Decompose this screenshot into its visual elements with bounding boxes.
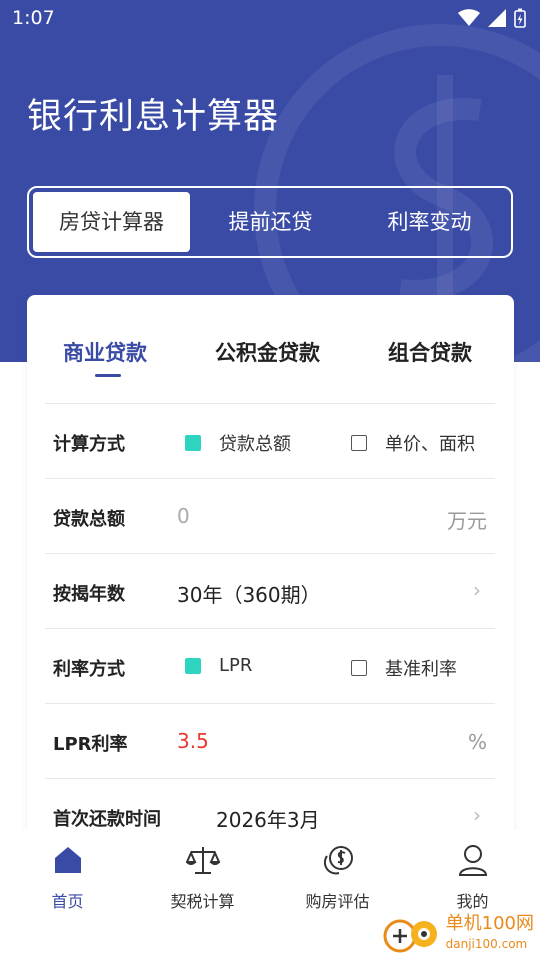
segment-early-repayment[interactable]: 提前还贷 — [192, 192, 349, 252]
scale-icon — [185, 847, 220, 874]
row-loan-total: 贷款总额 0 万元 — [45, 478, 495, 554]
option-loan-total[interactable]: 贷款总额 — [185, 430, 291, 456]
first-payment-value[interactable]: 2026年3月 — [216, 804, 320, 833]
status-time: 1:07 — [12, 7, 55, 29]
row-rate-method: 利率方式 LPR 基准利率 — [45, 628, 495, 704]
option-loan-total-label: 贷款总额 — [219, 434, 291, 455]
user-icon — [458, 845, 487, 876]
site-watermark: 单机100网 danji100.com — [382, 912, 534, 956]
tabbar-mine[interactable]: 我的 — [405, 842, 540, 912]
option-unit-price-area[interactable]: 单价、面积 — [351, 430, 475, 456]
chevron-right-icon: › — [473, 803, 481, 827]
option-unit-price-area-label: 单价、面积 — [385, 434, 475, 455]
checkbox-unchecked-icon[interactable] — [351, 660, 367, 676]
row-loan-years[interactable]: 按揭年数 30年（360期） › — [45, 553, 495, 629]
rate-method-label: 利率方式 — [53, 659, 125, 680]
loan-total-input[interactable]: 0 — [177, 504, 190, 528]
tab-commercial-loan[interactable]: 商业贷款 — [63, 337, 147, 367]
option-lpr-label: LPR — [219, 655, 253, 676]
calculator-segment-control: 房贷计算器 提前还贷 利率变动 — [27, 186, 513, 258]
loan-type-tabs: 商业贷款 公积金贷款 组合贷款 — [27, 295, 514, 403]
tab-combined-loan[interactable]: 组合贷款 — [388, 337, 472, 367]
tabbar-mine-label: 我的 — [456, 892, 489, 911]
loan-total-unit: 万元 — [447, 509, 487, 533]
signal-icon — [488, 9, 506, 27]
lpr-rate-unit: % — [467, 730, 487, 754]
calc-method-label: 计算方式 — [53, 434, 125, 455]
watermark-title: 单机100网 — [445, 913, 534, 934]
home-icon — [54, 847, 81, 873]
row-lpr-rate: LPR利率 3.5 % — [45, 703, 495, 779]
battery-icon — [514, 8, 526, 28]
checkbox-unchecked-icon[interactable] — [351, 435, 367, 451]
active-tab-indicator — [95, 374, 121, 377]
watermark-url: danji100.com — [445, 937, 528, 951]
tabbar-home[interactable]: 首页 — [0, 842, 135, 912]
loan-years-value[interactable]: 30年（360期） — [177, 579, 321, 608]
checkbox-checked-icon[interactable] — [185, 435, 201, 451]
chevron-right-icon: › — [473, 578, 481, 602]
loan-years-label: 按揭年数 — [53, 584, 125, 605]
first-payment-label: 首次还款时间 — [53, 809, 161, 830]
coins-icon — [323, 846, 353, 875]
mortgage-form-card: 商业贷款 公积金贷款 组合贷款 计算方式 贷款总额 单价、面积 贷款总额 0 万… — [27, 295, 514, 855]
option-benchmark-rate-label: 基准利率 — [385, 659, 457, 680]
tabbar-house-appraisal[interactable]: 购房评估 — [270, 842, 405, 912]
status-bar: 1:07 — [0, 0, 540, 36]
tabbar-deed-tax-label: 契税计算 — [170, 892, 235, 911]
wifi-icon — [458, 9, 480, 26]
row-calc-method: 计算方式 贷款总额 单价、面积 — [45, 403, 495, 479]
tabbar-deed-tax[interactable]: 契税计算 — [135, 842, 270, 912]
checkbox-checked-icon[interactable] — [185, 657, 201, 674]
segment-rate-change[interactable]: 利率变动 — [351, 192, 508, 252]
tabbar-home-label: 首页 — [51, 892, 84, 911]
loan-total-label: 贷款总额 — [53, 509, 125, 530]
segment-mortgage-calculator[interactable]: 房贷计算器 — [33, 192, 190, 252]
lpr-rate-label: LPR利率 — [53, 734, 128, 755]
watermark-logo-icon — [382, 912, 440, 956]
option-lpr[interactable]: LPR — [185, 655, 252, 676]
lpr-rate-input[interactable]: 3.5 — [177, 729, 209, 753]
tabbar-house-appraisal-label: 购房评估 — [305, 892, 370, 911]
tab-provident-fund-loan[interactable]: 公积金贷款 — [215, 337, 320, 367]
option-benchmark-rate[interactable]: 基准利率 — [351, 655, 457, 681]
app-title: 银行利息计算器 — [27, 97, 280, 137]
